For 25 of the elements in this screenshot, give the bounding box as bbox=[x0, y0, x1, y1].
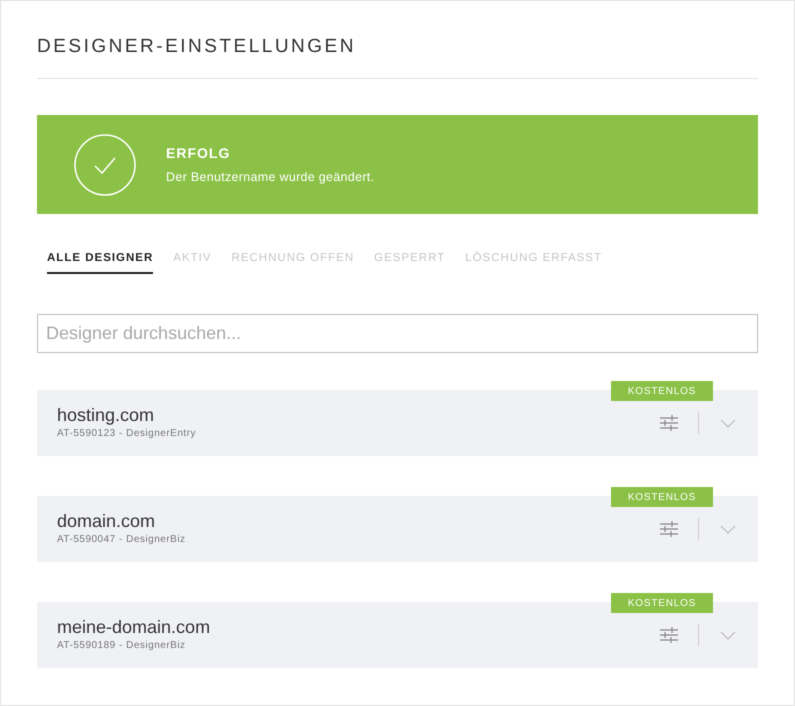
settings-sliders-icon[interactable] bbox=[660, 521, 678, 538]
plan-badge: KOSTENLOS bbox=[611, 487, 713, 508]
settings-sliders-icon[interactable] bbox=[660, 627, 678, 644]
alert-heading: ERFOLG bbox=[166, 144, 232, 163]
filter-tab[interactable]: GESPERRT bbox=[374, 250, 446, 274]
filter-tab[interactable]: ALLE DESIGNER bbox=[47, 250, 154, 274]
chevron-down-icon[interactable] bbox=[720, 524, 736, 534]
alert-message: Der Benutzername wurde geändert. bbox=[166, 168, 374, 186]
search-field[interactable]: Designer durchsuchen... bbox=[37, 314, 758, 354]
plan-badge: KOSTENLOS bbox=[611, 381, 713, 402]
chevron-down-icon[interactable] bbox=[720, 630, 736, 640]
domain-name: hosting.com bbox=[57, 405, 156, 426]
filter-tab[interactable]: LÖSCHUNG ERFASST bbox=[465, 250, 602, 274]
domain-name: meine-domain.com bbox=[57, 617, 212, 638]
filter-tab[interactable]: RECHNUNG OFFEN bbox=[232, 250, 354, 274]
page-title: DESIGNER-EINSTELLUNGEN bbox=[37, 35, 356, 59]
designer-details: AT-5590189 - DesignerBiz bbox=[57, 639, 187, 654]
designer-details: AT-5590047 - DesignerBiz bbox=[57, 533, 187, 548]
plan-badge: KOSTENLOS bbox=[611, 593, 713, 614]
domain-name: domain.com bbox=[57, 511, 156, 532]
chevron-down-icon[interactable] bbox=[720, 418, 736, 428]
filter-tab[interactable]: AKTIV bbox=[173, 250, 212, 274]
settings-sliders-icon[interactable] bbox=[660, 415, 678, 432]
designer-details: AT-5590123 - DesignerEntry bbox=[57, 427, 197, 442]
checkmark-circle-icon bbox=[74, 134, 136, 196]
